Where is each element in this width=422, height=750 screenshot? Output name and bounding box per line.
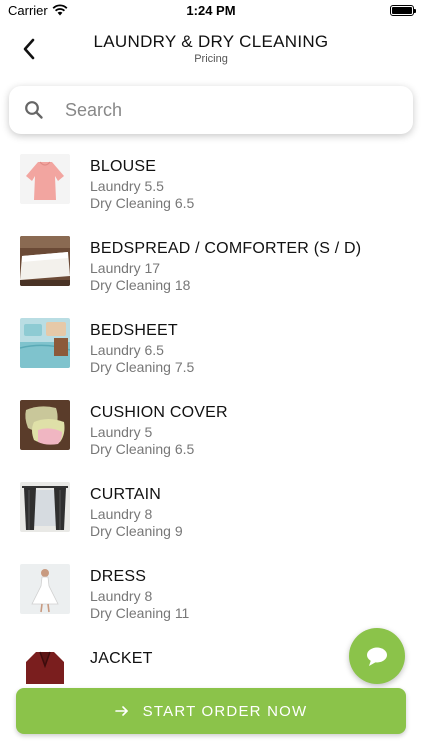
jacket-image — [20, 646, 70, 684]
item-laundry-price: Laundry 8 — [90, 588, 153, 604]
item-name: BEDSPREAD / COMFORTER (S / D) — [90, 240, 362, 257]
status-bar: Carrier 1:24 PM — [0, 0, 422, 22]
item-name: CURTAIN — [90, 486, 162, 503]
page-title: LAUNDRY & DRY CLEANING — [93, 32, 329, 51]
item-dry-cleaning-price: Dry Cleaning 11 — [90, 605, 190, 621]
list-item-cushion-cover[interactable]: CUSHION COVER Laundry 5 Dry Cleaning 6.5 — [0, 394, 422, 476]
search-input[interactable] — [65, 98, 395, 122]
arrow-right-icon — [114, 706, 128, 716]
list-item-blouse[interactable]: BLOUSE Laundry 5.5 Dry Cleaning 6.5 — [0, 148, 422, 230]
start-order-label: START ORDER NOW — [142, 702, 308, 720]
item-name: DRESS — [90, 568, 147, 585]
page-subtitle: Pricing — [194, 53, 228, 65]
search-icon — [25, 101, 43, 119]
clock: 1:24 PM — [186, 3, 236, 18]
start-order-button[interactable]: START ORDER NOW — [16, 688, 406, 734]
list-item-curtain[interactable]: CURTAIN Laundry 8 Dry Cleaning 9 — [0, 476, 422, 558]
bedsheet-image — [20, 318, 70, 368]
item-dry-cleaning-price: Dry Cleaning 18 — [90, 277, 191, 293]
cushion-image — [20, 400, 70, 450]
list-item-bedsheet[interactable]: BEDSHEET Laundry 6.5 Dry Cleaning 7.5 — [0, 312, 422, 394]
item-name: CUSHION COVER — [90, 404, 228, 421]
item-dry-cleaning-price: Dry Cleaning 7.5 — [90, 359, 195, 375]
blouse-image — [20, 154, 70, 204]
list-item-bedspread[interactable]: BEDSPREAD / COMFORTER (S / D) Laundry 17… — [0, 230, 422, 312]
curtain-image — [20, 482, 70, 532]
chat-icon — [367, 647, 387, 666]
item-name: BLOUSE — [90, 158, 157, 175]
item-dry-cleaning-price: Dry Cleaning 9 — [90, 523, 183, 539]
list-item-dress[interactable]: DRESS Laundry 8 Dry Cleaning 11 — [0, 558, 422, 640]
dress-image — [20, 564, 70, 614]
header: LAUNDRY & DRY CLEANING Pricing — [0, 24, 422, 74]
item-name: JACKET — [90, 650, 153, 667]
item-laundry-price: Laundry 5 — [90, 424, 153, 440]
price-list[interactable]: BLOUSE Laundry 5.5 Dry Cleaning 6.5 BEDS… — [0, 148, 422, 684]
battery-icon — [390, 5, 416, 16]
item-name: BEDSHEET — [90, 322, 178, 339]
bedspread-image — [20, 236, 70, 286]
item-laundry-price: Laundry 6.5 — [90, 342, 164, 358]
search-bar[interactable] — [9, 86, 413, 134]
chat-button[interactable] — [349, 628, 405, 684]
item-laundry-price: Laundry 8 — [90, 506, 153, 522]
item-dry-cleaning-price: Dry Cleaning 6.5 — [90, 441, 195, 457]
item-dry-cleaning-price: Dry Cleaning 6.5 — [90, 195, 195, 211]
item-laundry-price: Laundry 5.5 — [90, 178, 164, 194]
item-laundry-price: Laundry 17 — [90, 260, 161, 276]
